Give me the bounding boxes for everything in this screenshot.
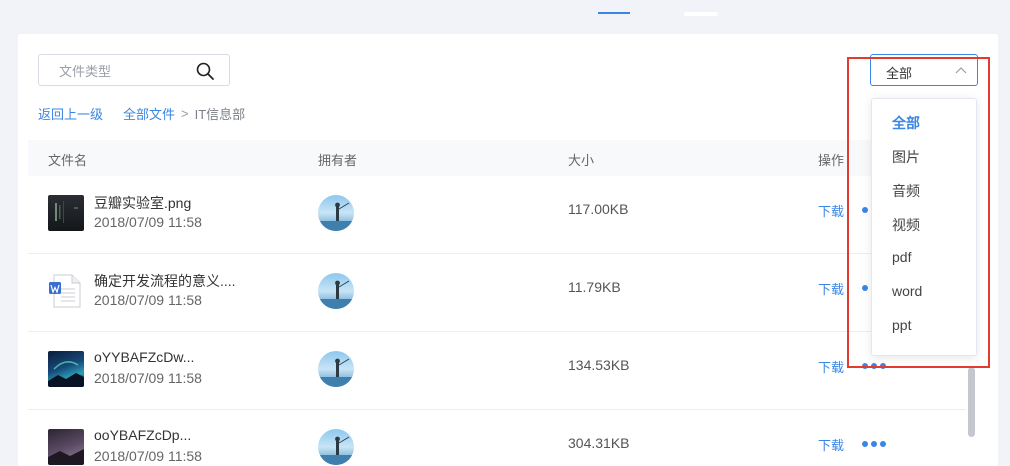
file-name[interactable]: oYYBAFZcDw... [94, 349, 194, 365]
more-actions-icon[interactable] [862, 363, 886, 369]
file-size: 304.31KB [568, 435, 630, 451]
tab-pill [684, 12, 718, 16]
search-input[interactable] [59, 61, 189, 81]
search-box[interactable] [38, 54, 230, 86]
back-link[interactable]: 返回上一级 [38, 104, 103, 123]
file-type-select[interactable]: 全部 [870, 54, 978, 86]
owner-avatar [318, 429, 354, 465]
owner-avatar [318, 351, 354, 387]
file-type-dropdown: 全部 图片 音频 视频 pdf word ppt [871, 98, 977, 356]
breadcrumb: 返回上一级 全部文件 > IT信息部 [38, 104, 245, 123]
owner-avatar [318, 195, 354, 231]
download-link[interactable]: 下载 [818, 435, 844, 454]
breadcrumb-current: IT信息部 [194, 107, 246, 122]
dropdown-option-image[interactable]: 图片 [892, 147, 920, 167]
file-name[interactable]: 豆瓣实验室.png [94, 193, 191, 213]
column-header-operation: 操作 [818, 153, 845, 168]
file-size: 11.79KB [568, 279, 621, 295]
breadcrumb-root-link[interactable]: 全部文件 [123, 104, 175, 123]
breadcrumb-separator: > [181, 106, 189, 121]
more-actions-icon[interactable] [862, 441, 886, 447]
image-thumbnail[interactable] [48, 195, 84, 231]
file-name[interactable]: ooYBAFZcDp... [94, 427, 191, 443]
file-date: 2018/07/09 11:58 [94, 292, 202, 308]
table-row[interactable]: ooYBAFZcDp... 2018/07/09 11:58 304.31KB … [28, 410, 966, 466]
table-header: 文件名 拥有者 大小 操作 [28, 140, 966, 176]
image-thumbnail[interactable] [48, 429, 84, 465]
dropdown-option-word[interactable]: word [892, 283, 922, 299]
dropdown-option-ppt[interactable]: ppt [892, 317, 911, 333]
file-list: 豆瓣实验室.png 2018/07/09 11:58 117.00KB 下载 确… [28, 176, 966, 466]
active-tab-indicator [598, 12, 630, 14]
dropdown-option-pdf[interactable]: pdf [892, 249, 911, 265]
file-date: 2018/07/09 11:58 [94, 370, 202, 386]
column-header-name[interactable]: 文件名 [48, 150, 87, 169]
file-size: 117.00KB [568, 201, 629, 217]
dropdown-option-audio[interactable]: 音频 [892, 181, 920, 201]
download-link[interactable]: 下载 [818, 279, 844, 298]
word-doc-icon[interactable] [48, 273, 84, 309]
table-row[interactable]: oYYBAFZcDw... 2018/07/09 11:58 134.53KB … [28, 332, 966, 410]
vertical-scrollbar[interactable] [968, 367, 975, 437]
search-icon[interactable] [195, 61, 215, 81]
select-value: 全部 [886, 66, 913, 81]
owner-avatar [318, 273, 354, 309]
image-thumbnail[interactable] [48, 351, 84, 387]
dropdown-option-video[interactable]: 视频 [892, 215, 920, 235]
download-link[interactable]: 下载 [818, 357, 844, 376]
file-panel: 返回上一级 全部文件 > IT信息部 文件名 拥有者 大小 操作 豆瓣实验室.p… [18, 34, 998, 466]
file-date: 2018/07/09 11:58 [94, 448, 202, 464]
file-name[interactable]: 确定开发流程的意义.... [94, 271, 236, 291]
column-header-size[interactable]: 大小 [568, 150, 594, 169]
column-header-owner[interactable]: 拥有者 [318, 150, 357, 169]
table-row[interactable]: 豆瓣实验室.png 2018/07/09 11:58 117.00KB 下载 [28, 176, 966, 254]
chevron-up-icon [955, 67, 967, 74]
dropdown-option-all[interactable]: 全部 [892, 113, 920, 133]
table-row[interactable]: 确定开发流程的意义.... 2018/07/09 11:58 11.79KB 下… [28, 254, 966, 332]
file-size: 134.53KB [568, 357, 630, 373]
download-link[interactable]: 下载 [818, 201, 844, 220]
file-date: 2018/07/09 11:58 [94, 214, 202, 230]
